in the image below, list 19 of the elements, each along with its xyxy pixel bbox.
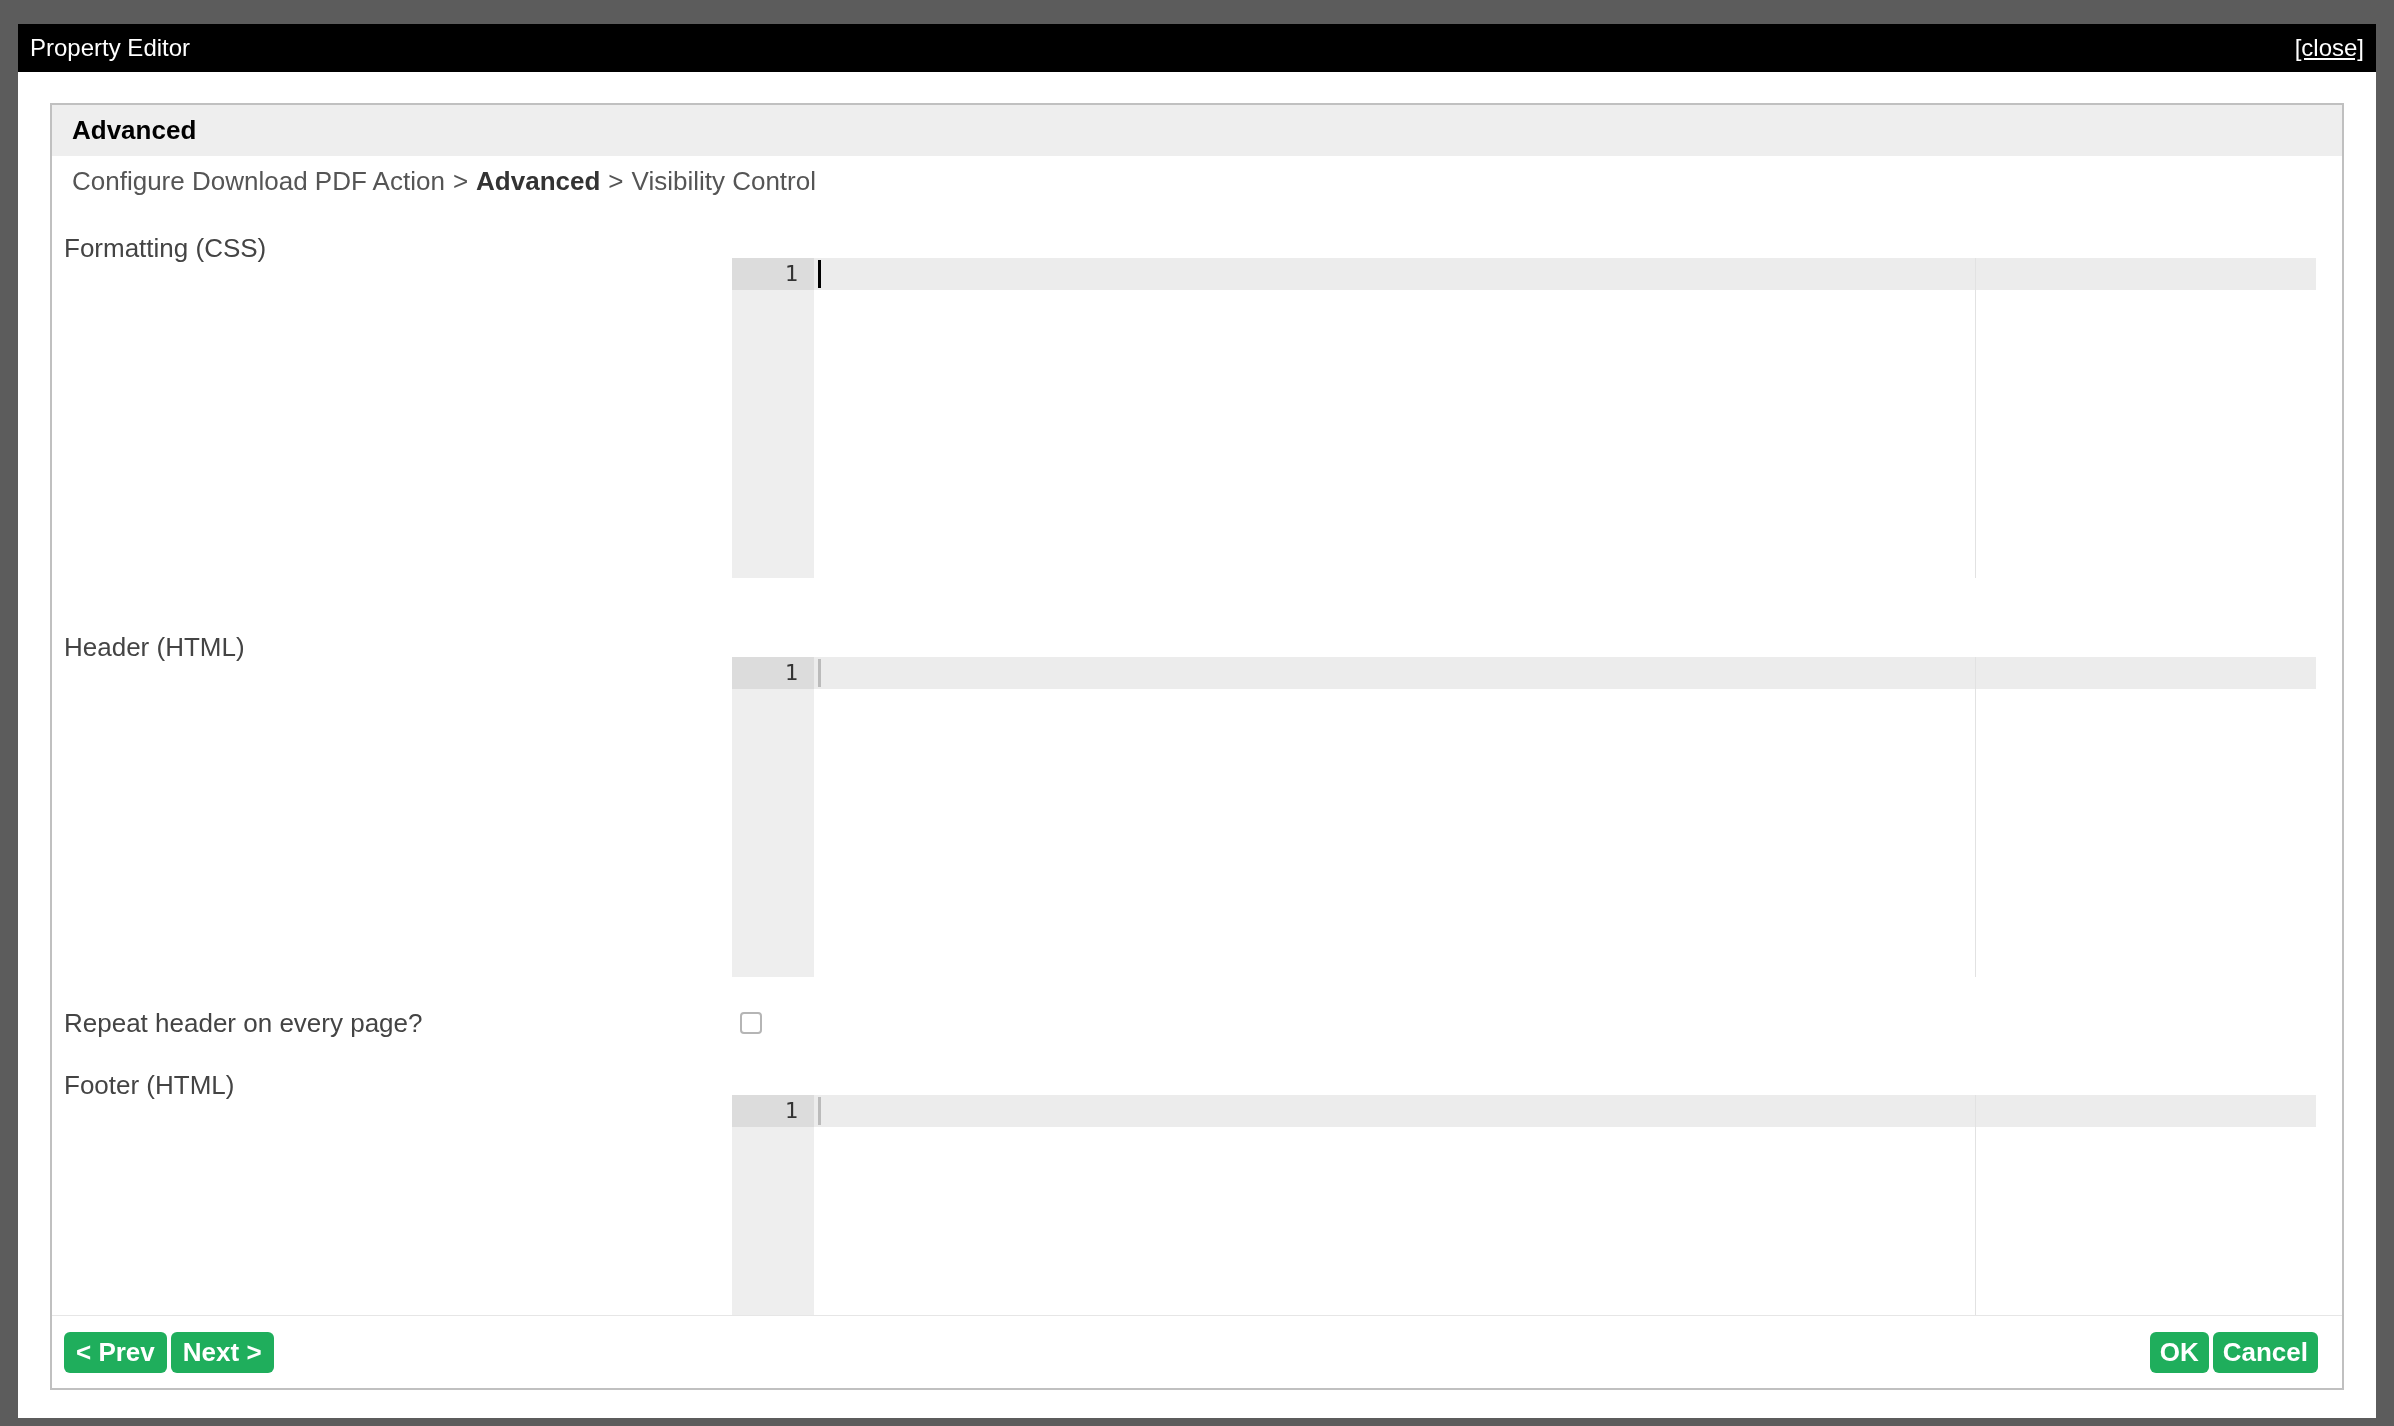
line-number: 1 — [732, 657, 814, 689]
close-link[interactable]: [close] — [2294, 30, 2364, 66]
breadcrumb-separator: > — [608, 165, 624, 198]
field-label: Header (HTML) — [63, 632, 246, 662]
line-number: 1 — [732, 1095, 814, 1127]
line-number: 1 — [732, 258, 814, 290]
breadcrumb-item[interactable]: Configure Download PDF Action — [72, 162, 445, 201]
field-label: Repeat header on every page? — [63, 1008, 424, 1038]
breadcrumb-item[interactable]: Advanced — [476, 162, 601, 201]
code-editor[interactable]: 1 — [732, 258, 2316, 578]
code-editor[interactable]: 1 — [732, 1095, 2316, 1315]
panel-title: Advanced — [72, 114, 197, 147]
code-editor[interactable]: 1 — [732, 657, 2316, 977]
breadcrumb-item[interactable]: Visibility Control — [631, 162, 816, 201]
field-label: Footer (HTML) — [63, 1070, 236, 1100]
field-label: Formatting (CSS) — [63, 233, 268, 263]
breadcrumb-separator: > — [452, 165, 469, 198]
window-title: Property Editor — [30, 33, 191, 63]
checkbox[interactable] — [740, 1012, 762, 1034]
